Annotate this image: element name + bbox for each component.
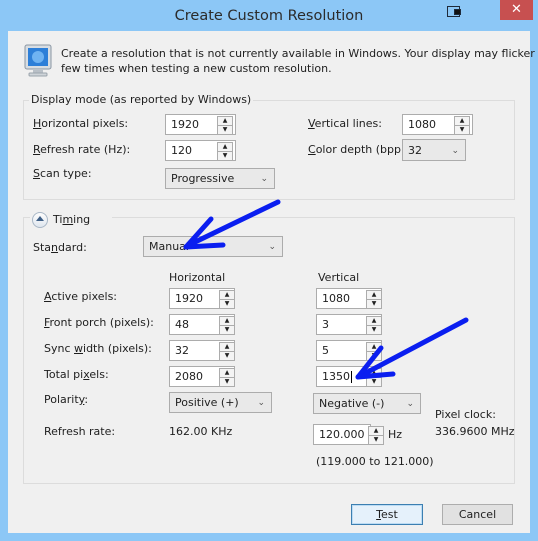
chevron-down-icon: ⌄ (406, 399, 414, 409)
spinner-buttons[interactable]: ▲ ▼ (219, 368, 235, 387)
refresh-unit-label: Hz (388, 428, 403, 441)
spinner-buttons[interactable]: ▲ ▼ (219, 290, 235, 309)
active-pixels-v-spinner[interactable]: 1080 ▲ ▼ (316, 288, 382, 309)
polarity-h-value: Positive (+) (175, 396, 239, 409)
spin-up-icon[interactable]: ▲ (367, 369, 381, 378)
total-pixels-v-spinner[interactable]: 1350 ▲ ▼ (316, 366, 382, 387)
vertical-lines-spinner[interactable]: 1080 ▲ ▼ (402, 114, 473, 135)
spinner-buttons[interactable]: ▲ ▼ (217, 116, 233, 135)
standard-select[interactable]: Manual ⌄ (143, 236, 283, 257)
display-mode-group-label: Display mode (as reported by Windows) (29, 93, 254, 106)
test-button[interactable]: Test (351, 504, 423, 525)
intro-text-line2: few times when testing a new custom reso… (61, 62, 332, 75)
active-pixels-h-spinner[interactable]: 1920 ▲ ▼ (169, 288, 235, 309)
horizontal-pixels-label: Horizontal pixels: (33, 117, 129, 130)
polarity-label: Polarity: (44, 393, 89, 406)
spinner-buttons[interactable]: ▲ ▼ (368, 426, 384, 445)
spinner-buttons[interactable]: ▲ ▼ (219, 342, 235, 361)
text-caret (351, 371, 352, 383)
refresh-rate-label: Refresh rate (Hz): (33, 143, 131, 156)
chevron-down-icon: ⌄ (451, 146, 459, 156)
spin-down-icon[interactable]: ▼ (220, 300, 234, 308)
spinner-buttons[interactable]: ▲ ▼ (219, 316, 235, 335)
spinner-buttons[interactable]: ▲ ▼ (366, 368, 382, 387)
scan-type-label: Scan type: (33, 167, 92, 180)
spin-down-icon[interactable]: ▼ (220, 326, 234, 334)
spinner-buttons[interactable]: ▲ ▼ (366, 290, 382, 309)
horizontal-refresh-value: 162.00 KHz (169, 425, 233, 438)
spin-down-icon[interactable]: ▼ (218, 152, 232, 160)
spin-down-icon[interactable]: ▼ (220, 378, 234, 386)
snap-layout-icon[interactable] (447, 6, 461, 17)
spin-up-icon[interactable]: ▲ (367, 291, 381, 300)
total-pixels-h-spinner[interactable]: 2080 ▲ ▼ (169, 366, 235, 387)
polarity-h-select[interactable]: Positive (+) ⌄ (169, 392, 272, 413)
sync-width-v-spinner[interactable]: 5 ▲ ▼ (316, 340, 382, 361)
total-pixels-label: Total pixels: (44, 368, 109, 381)
spin-up-icon[interactable]: ▲ (367, 343, 381, 352)
sync-width-h-spinner[interactable]: 32 ▲ ▼ (169, 340, 235, 361)
spin-down-icon[interactable]: ▼ (218, 126, 232, 134)
dialog-window: Create Custom Resolution ✕ Create a reso… (0, 0, 538, 541)
vertical-lines-label: Vertical lines: (308, 117, 382, 130)
spin-down-icon[interactable]: ▼ (367, 352, 381, 360)
collapse-up-icon[interactable] (32, 212, 48, 228)
front-porch-label: Front porch (pixels): (44, 316, 154, 329)
standard-value: Manual (149, 240, 189, 253)
intro-text-line1: Create a resolution that is not currentl… (61, 47, 538, 60)
timing-group-label: Timing (53, 213, 91, 226)
spin-down-icon[interactable]: ▼ (220, 352, 234, 360)
spin-up-icon[interactable]: ▲ (367, 317, 381, 326)
pixel-clock-label: Pixel clock: (435, 408, 496, 421)
horizontal-pixels-spinner[interactable]: 1920 ▲ ▼ (165, 114, 236, 135)
refresh-rate-spinner[interactable]: 120 ▲ ▼ (165, 140, 236, 161)
spinner-buttons[interactable]: ▲ ▼ (366, 316, 382, 335)
spin-down-icon[interactable]: ▼ (455, 126, 469, 134)
spin-up-icon[interactable]: ▲ (220, 369, 234, 378)
spinner-buttons[interactable]: ▲ ▼ (217, 142, 233, 161)
chevron-down-icon: ⌄ (268, 242, 276, 252)
pixel-clock-value: 336.9600 MHz (435, 425, 515, 438)
spinner-buttons[interactable]: ▲ ▼ (454, 116, 470, 135)
polarity-v-select[interactable]: Negative (-) ⌄ (313, 393, 421, 414)
monitor-icon (24, 44, 52, 77)
scan-type-value: Progressive (171, 172, 235, 185)
refresh-range-label: (119.000 to 121.000) (316, 455, 434, 468)
scan-type-select[interactable]: Progressive ⌄ (165, 168, 275, 189)
spin-up-icon[interactable]: ▲ (220, 291, 234, 300)
front-porch-h-spinner[interactable]: 48 ▲ ▼ (169, 314, 235, 335)
spin-down-icon[interactable]: ▼ (367, 378, 381, 386)
spin-up-icon[interactable]: ▲ (455, 117, 469, 126)
vertical-column-header: Vertical (318, 271, 360, 284)
standard-label: Standard: (33, 241, 87, 254)
spin-up-icon[interactable]: ▲ (218, 117, 232, 126)
horizontal-column-header: Horizontal (169, 271, 226, 284)
refresh-rate-timing-label: Refresh rate: (44, 425, 116, 438)
spin-up-icon[interactable]: ▲ (220, 317, 234, 326)
chevron-down-icon: ⌄ (260, 174, 268, 184)
spin-up-icon[interactable]: ▲ (218, 143, 232, 152)
spin-down-icon[interactable]: ▼ (369, 436, 383, 444)
spin-up-icon[interactable]: ▲ (369, 427, 383, 436)
polarity-v-value: Negative (-) (319, 397, 385, 410)
front-porch-v-spinner[interactable]: 3 ▲ ▼ (316, 314, 382, 335)
spin-down-icon[interactable]: ▼ (367, 300, 381, 308)
close-button[interactable]: ✕ (500, 0, 533, 20)
spin-down-icon[interactable]: ▼ (367, 326, 381, 334)
color-depth-label: Color depth (bpp): (308, 143, 409, 156)
cancel-button[interactable]: Cancel (442, 504, 513, 525)
spinner-buttons[interactable]: ▲ ▼ (366, 342, 382, 361)
active-pixels-label: Active pixels: (44, 290, 118, 303)
sync-width-label: Sync width (pixels): (44, 342, 152, 355)
spin-up-icon[interactable]: ▲ (220, 343, 234, 352)
color-depth-select[interactable]: 32 ⌄ (402, 139, 466, 161)
color-depth-value: 32 (408, 144, 422, 157)
chevron-down-icon: ⌄ (257, 398, 265, 408)
vertical-refresh-input[interactable]: 120.000 (313, 424, 371, 445)
vertical-refresh-spinner[interactable]: 120.000 ▲ ▼ (313, 424, 384, 445)
